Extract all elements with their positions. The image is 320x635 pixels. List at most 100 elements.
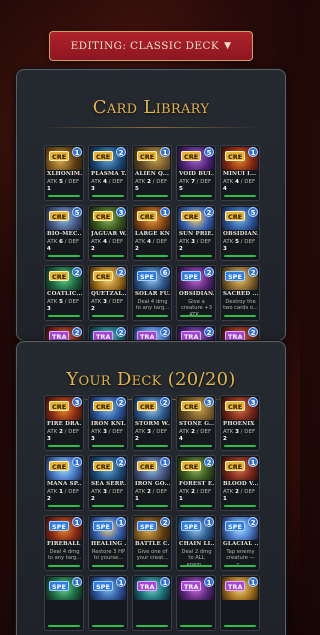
card-name: SACRED ... <box>223 291 258 297</box>
card[interactable]: CRE5OBSIDIAN...ATK 5 / DEF 3 <box>220 205 260 261</box>
card-stats: ATK 4 / DEF 3 <box>91 179 124 192</box>
card[interactable]: CRE 2 COATLIC... ATK 5 / DEF 3 <box>44 265 84 321</box>
card[interactable]: CRE 2 STORM W... ATK 3 / DEF 2 <box>132 395 172 451</box>
mana-cost-badge: 1 <box>204 517 214 527</box>
card-name: SUN PRIE... <box>179 231 214 237</box>
card-library-panel: Card Library CRE1XLHONIM...ATK 5 / DEF 1… <box>16 69 286 341</box>
card-name: STONE G... <box>179 421 214 427</box>
card[interactable]: TRA 2 <box>220 325 260 340</box>
card-stats: ATK 5 / DEF 3 <box>223 239 256 252</box>
card-name: FIRE DRA... <box>47 421 82 427</box>
mana-cost-badge: 3 <box>204 397 214 407</box>
card[interactable]: SPE 2 SACRED ... Destroy the two cards o... <box>220 265 260 321</box>
card-type-badge: TRA <box>137 331 158 340</box>
card[interactable]: TRA 2 <box>176 325 216 340</box>
card-green-bar <box>92 195 124 197</box>
card-type-badge: CRE <box>181 211 202 221</box>
def-value: 2 <box>91 496 95 502</box>
card-green-bar <box>224 505 256 507</box>
card-green-bar <box>224 565 256 567</box>
card-type-badge: SPE <box>181 521 201 531</box>
mana-cost-badge: 6 <box>160 267 170 277</box>
card[interactable]: CRE 2 QUETZAL... ATK 3 / DEF 2 <box>88 265 128 321</box>
deck-select-button[interactable]: EDITING: CLASSIC DECK ▼ <box>49 31 253 61</box>
card-type-badge: CRE <box>225 461 246 471</box>
card[interactable]: CRE2FOREST E...ATK 2 / DEF 1 <box>176 455 216 511</box>
card[interactable]: CRE1XLHONIM...ATK 5 / DEF 1 <box>44 145 84 201</box>
atk-value: 4 <box>235 179 239 185</box>
card-name: STORM W... <box>135 421 170 427</box>
card[interactable]: CRE 3 FIRE DRA... ATK 2 / DEF 3 <box>44 395 84 451</box>
card-name: IRON KNI... <box>91 421 126 427</box>
card-type-badge: CRE <box>93 211 114 221</box>
mana-cost-badge: 1 <box>72 577 82 587</box>
card[interactable]: CRE 5 VOID BUI... ATK 7 / DEF 5 <box>176 145 216 201</box>
card[interactable]: CRE2 IRON KNI... ATK 3 / DEF 3 <box>88 395 128 451</box>
mana-cost-badge: 2 <box>160 397 170 407</box>
card[interactable]: CRE2SUN PRIE...ATK 3 / DEF 2 <box>176 205 216 261</box>
card[interactable]: TRA 2 <box>44 325 84 340</box>
card-type-badge: SPE <box>93 521 113 531</box>
card[interactable]: CRE1 LARGE KN... ATK 4 / DEF 2 <box>132 205 172 261</box>
atk-value: 2 <box>147 179 151 185</box>
card[interactable]: CRE 1 MANA SP... ATK 1 / DEF 2 <box>44 455 84 511</box>
card[interactable]: CRE 2 SEA SERP... ATK 3 / DEF 2 <box>88 455 128 511</box>
card-type-badge: SPE <box>181 271 201 281</box>
card[interactable]: SPE1 HEALING ... Restore 3 HP to yourse... <box>88 515 128 571</box>
card[interactable]: SPE 2 BATTLE C... Give one of your creat... <box>132 515 172 571</box>
def-value: 3 <box>91 186 95 192</box>
card[interactable]: CRE 3 STONE G... ATK 2 / DEF 4 <box>176 395 216 451</box>
card-type-badge: TRA <box>93 331 114 340</box>
atk-value: 2 <box>235 489 239 495</box>
card[interactable]: CRE 1 IRON GO... ATK 2 / DEF 1 <box>132 455 172 511</box>
def-value: 1 <box>135 496 139 502</box>
mana-cost-badge: 3 <box>72 397 82 407</box>
card-name: PLASMA T... <box>91 171 126 177</box>
card-green-bar <box>180 195 212 197</box>
card[interactable]: TRA 1 <box>220 575 260 631</box>
title-divider <box>39 127 263 128</box>
card[interactable]: SPE 1 <box>44 575 84 631</box>
card[interactable]: SPE2GLACIAL ...Tap enemy creature — c... <box>220 515 260 571</box>
card-name: IRON GO... <box>135 481 170 487</box>
chevron-down-icon: ▼ <box>224 41 232 51</box>
card-type-badge: TRA <box>181 331 202 340</box>
card-type-badge: SPE <box>225 271 245 281</box>
card[interactable]: CRE2 PLASMA T... ATK 4 / DEF 3 <box>88 145 128 201</box>
card[interactable]: CRE 5 BIO-MEC... ATK 6 / DEF 4 <box>44 205 84 261</box>
card-stats: ATK 3 / DEF 2 <box>91 489 124 502</box>
card[interactable]: CRE 1 MINUI I... ATK 4 / DEF 4 <box>220 145 260 201</box>
card[interactable]: CRE 1 ALIEN Q... ATK 2 / DEF 5 <box>132 145 172 201</box>
def-value: 4 <box>47 246 51 252</box>
your-deck-title: Your Deck (20/20) <box>66 369 236 390</box>
card[interactable]: TRA 2 <box>88 325 128 340</box>
atk-value: 5 <box>59 299 63 305</box>
mana-cost-badge: 1 <box>160 207 170 217</box>
def-value: 1 <box>223 496 227 502</box>
card[interactable]: CRE 3 PHOENIX ATK 3 / DEF 2 <box>220 395 260 451</box>
mana-cost-badge: 2 <box>160 517 170 527</box>
atk-value: 5 <box>59 179 63 185</box>
atk-value: 2 <box>147 489 151 495</box>
card-type-badge: CRE <box>93 401 114 411</box>
card[interactable]: SPE6 SOLAR FU... Deal 4 dmg to any targ... <box>132 265 172 321</box>
def-value: 2 <box>91 306 95 312</box>
card-green-bar <box>48 445 80 447</box>
card[interactable]: TRA 1 <box>132 575 172 631</box>
card[interactable]: SPE2OBSIDIAN...Give a creature +3 ATK... <box>176 265 216 321</box>
card[interactable]: SPE1CHAIN LI...Deal 2 dmg to ALL enem... <box>176 515 216 571</box>
card[interactable]: SPE 1 FIREBALL Deal 4 dmg to any targ... <box>44 515 84 571</box>
mana-cost-badge: 2 <box>72 267 82 277</box>
mana-cost-badge: 2 <box>204 327 214 337</box>
mana-cost-badge: 1 <box>72 147 82 157</box>
card[interactable]: TRA 1 <box>176 575 216 631</box>
card-stats: ATK 6 / DEF 4 <box>47 239 80 252</box>
card[interactable]: TRA 2 <box>132 325 172 340</box>
mana-cost-badge: 2 <box>248 517 258 527</box>
card[interactable]: CRE 1 BLOOD V... ATK 2 / DEF 1 <box>220 455 260 511</box>
card[interactable]: CRE3 JAGUAR W... ATK 4 / DEF 2 <box>88 205 128 261</box>
card[interactable]: SPE 1 <box>88 575 128 631</box>
card-stats: ATK 3 / DEF 3 <box>91 429 124 442</box>
atk-value: 3 <box>103 429 107 435</box>
card-green-bar <box>48 195 80 197</box>
